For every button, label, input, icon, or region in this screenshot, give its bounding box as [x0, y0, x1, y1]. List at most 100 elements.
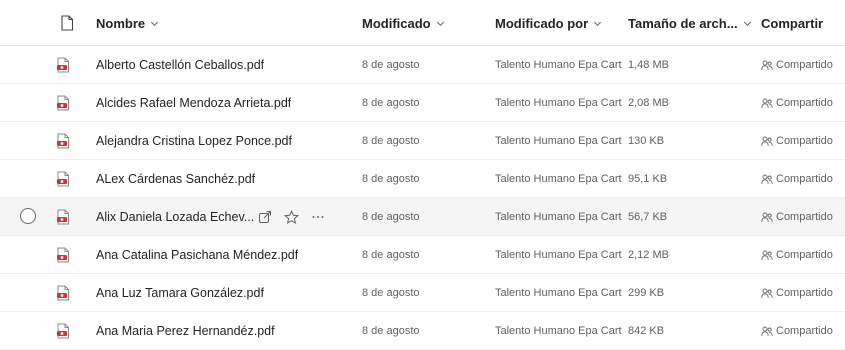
- file-name-cell[interactable]: Alix Daniela Lozada Echev...: [96, 198, 254, 236]
- file-size: 842 KB: [628, 325, 665, 337]
- sharing-status-cell[interactable]: Compartido: [761, 312, 833, 350]
- share-header-label: Compartir: [761, 15, 824, 31]
- file-name-cell[interactable]: Ana Maria Perez Hernandéz.pdf: [96, 312, 275, 350]
- file-name-link[interactable]: Ana Catalina Pasichana Méndez.pdf: [96, 248, 298, 262]
- modified-by-link[interactable]: Talento Humano Epa Carta: [495, 287, 622, 299]
- file-size: 1,48 MB: [628, 59, 669, 71]
- sharing-status-cell[interactable]: Compartido: [761, 274, 833, 312]
- sharing-status-cell[interactable]: Compartido: [761, 160, 833, 198]
- modified-date: 8 de agosto: [362, 97, 420, 109]
- more-icon[interactable]: [311, 210, 325, 224]
- modified-date: 8 de agosto: [362, 59, 420, 71]
- file-name-link[interactable]: ALex Cárdenas Sanchéz.pdf: [96, 172, 255, 186]
- pdf-file-icon: [57, 57, 69, 73]
- chevron-down-icon: [594, 21, 602, 26]
- file-size: 2,08 MB: [628, 97, 669, 109]
- file-name-link[interactable]: Ana Maria Perez Hernandéz.pdf: [96, 324, 275, 338]
- row-select-checkbox[interactable]: [20, 208, 36, 224]
- chevron-down-icon: [743, 21, 751, 26]
- people-icon: [761, 60, 773, 70]
- modified-by-header-label: Modificado por: [495, 15, 589, 31]
- people-icon: [761, 98, 773, 108]
- chevron-down-icon: [151, 21, 159, 26]
- file-name-link[interactable]: Alix Daniela Lozada Echev...: [96, 210, 254, 224]
- pdf-file-icon: [57, 95, 69, 111]
- pdf-file-icon: [57, 209, 69, 225]
- file-row[interactable]: ALex Cárdenas Sanchéz.pdf 8 de agosto Ta…: [0, 160, 845, 198]
- chevron-down-icon: [436, 21, 444, 26]
- people-icon: [761, 288, 773, 298]
- sharing-status: Compartido: [776, 287, 833, 299]
- people-icon: [761, 136, 773, 146]
- star-icon[interactable]: [284, 209, 299, 225]
- file-size-column-header[interactable]: Tamaño de arch...: [628, 0, 752, 46]
- modified-date: 8 de agosto: [362, 249, 420, 261]
- file-row[interactable]: Alejandra Cristina Lopez Ponce.pdf 8 de …: [0, 122, 845, 160]
- pdf-file-icon: [57, 171, 69, 187]
- modified-by-link[interactable]: Talento Humano Epa Carta: [495, 59, 622, 71]
- sharing-status: Compartido: [776, 97, 833, 109]
- modified-date: 8 de agosto: [362, 211, 420, 223]
- file-row[interactable]: Ana Luz Tamara González.pdf 8 de agosto …: [0, 274, 845, 312]
- modified-date: 8 de agosto: [362, 135, 420, 147]
- modified-date: 8 de agosto: [362, 325, 420, 337]
- file-name-cell[interactable]: Alejandra Cristina Lopez Ponce.pdf: [96, 122, 292, 160]
- people-icon: [761, 174, 773, 184]
- file-name-link[interactable]: Alejandra Cristina Lopez Ponce.pdf: [96, 134, 292, 148]
- file-type-column-header[interactable]: [60, 0, 74, 46]
- sharing-status-cell[interactable]: Compartido: [761, 46, 833, 84]
- pdf-file-icon: [57, 247, 69, 263]
- people-icon: [761, 212, 773, 222]
- modified-by-link[interactable]: Talento Humano Epa Carta: [495, 135, 622, 147]
- file-row[interactable]: Alcides Rafael Mendoza Arrieta.pdf 8 de …: [0, 84, 845, 122]
- modified-by-link[interactable]: Talento Humano Epa Carta: [495, 325, 622, 337]
- document-icon: [61, 15, 74, 31]
- sharing-status: Compartido: [776, 211, 833, 223]
- sharing-status: Compartido: [776, 59, 833, 71]
- column-header-row: Nombre Modificado Modificado por Tamaño …: [0, 0, 845, 46]
- sharing-status: Compartido: [776, 249, 833, 261]
- modified-date: 8 de agosto: [362, 173, 420, 185]
- file-name-cell[interactable]: Ana Catalina Pasichana Méndez.pdf: [96, 236, 298, 274]
- file-size: 130 KB: [628, 135, 665, 147]
- pdf-file-icon: [57, 285, 69, 301]
- file-row[interactable]: Alberto Castellón Ceballos.pdf 8 de agos…: [0, 46, 845, 84]
- file-row[interactable]: Ana Maria Perez Hernandéz.pdf 8 de agost…: [0, 312, 845, 350]
- sharing-status-cell[interactable]: Compartido: [761, 198, 833, 236]
- sharing-status-cell[interactable]: Compartido: [761, 236, 833, 274]
- file-size: 56,7 KB: [628, 211, 668, 223]
- file-name-link[interactable]: Alcides Rafael Mendoza Arrieta.pdf: [96, 96, 291, 110]
- pdf-file-icon: [57, 323, 69, 339]
- modified-by-link[interactable]: Talento Humano Epa Carta: [495, 211, 622, 223]
- file-name-cell[interactable]: Ana Luz Tamara González.pdf: [96, 274, 264, 312]
- sharing-status-cell[interactable]: Compartido: [761, 84, 833, 122]
- file-row[interactable]: Alix Daniela Lozada Echev... 8 de agosto…: [0, 198, 845, 236]
- file-name-link[interactable]: Alberto Castellón Ceballos.pdf: [96, 58, 264, 72]
- modified-column-header[interactable]: Modificado: [362, 0, 445, 46]
- modified-by-link[interactable]: Talento Humano Epa Carta: [495, 249, 622, 261]
- share-icon[interactable]: [258, 210, 272, 224]
- file-size: 2,12 MB: [628, 249, 669, 261]
- file-name-cell[interactable]: ALex Cárdenas Sanchéz.pdf: [96, 160, 255, 198]
- file-size-header-label: Tamaño de arch...: [628, 15, 738, 31]
- modified-by-link[interactable]: Talento Humano Epa Carta: [495, 173, 622, 185]
- modified-date: 8 de agosto: [362, 287, 420, 299]
- file-size: 95,1 KB: [628, 173, 668, 185]
- name-column-header[interactable]: Nombre: [96, 0, 159, 46]
- sharing-status: Compartido: [776, 173, 833, 185]
- share-column-header[interactable]: Compartir: [761, 0, 823, 46]
- file-row[interactable]: Ana Catalina Pasichana Méndez.pdf 8 de a…: [0, 236, 845, 274]
- name-header-label: Nombre: [96, 15, 146, 31]
- pdf-file-icon: [57, 133, 69, 149]
- file-name-link[interactable]: Ana Luz Tamara González.pdf: [96, 286, 264, 300]
- sharing-status: Compartido: [776, 325, 833, 337]
- sharing-status-cell[interactable]: Compartido: [761, 122, 833, 160]
- modified-by-link[interactable]: Talento Humano Epa Carta: [495, 97, 622, 109]
- sharing-status: Compartido: [776, 135, 833, 147]
- row-quick-actions: [258, 198, 325, 236]
- file-name-cell[interactable]: Alcides Rafael Mendoza Arrieta.pdf: [96, 84, 291, 122]
- modified-by-column-header[interactable]: Modificado por: [495, 0, 602, 46]
- file-name-cell[interactable]: Alberto Castellón Ceballos.pdf: [96, 46, 264, 84]
- modified-header-label: Modificado: [362, 15, 431, 31]
- file-size: 299 KB: [628, 287, 665, 299]
